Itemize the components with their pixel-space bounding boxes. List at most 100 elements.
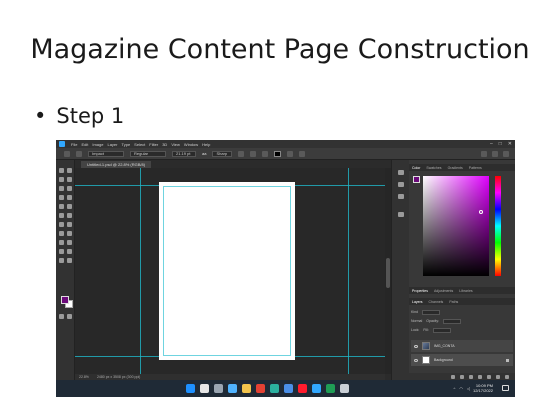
layer-mask-icon[interactable] [469, 374, 473, 379]
guide-vertical-right[interactable] [348, 168, 349, 374]
menu-type[interactable]: Type [122, 142, 131, 147]
layer-kind-select[interactable] [422, 309, 441, 315]
hand-tool-icon[interactable] [67, 249, 72, 254]
widgets-icon[interactable] [228, 384, 237, 393]
maximize-icon[interactable]: □ [499, 141, 502, 147]
font-size-select[interactable]: 21.19 pt [172, 150, 196, 157]
clone-stamp-tool-icon[interactable] [67, 204, 72, 209]
frame-tool-icon[interactable] [67, 186, 72, 191]
zoom-level[interactable]: 22.8% [79, 375, 89, 379]
opacity-input[interactable] [443, 318, 462, 324]
notification-icon[interactable] [502, 385, 509, 391]
marquee-tool-icon[interactable] [67, 168, 72, 173]
excel-icon[interactable] [326, 384, 335, 393]
tab-patterns[interactable]: Patterns [469, 166, 482, 170]
eyedropper-tool-icon[interactable] [59, 195, 64, 200]
search-icon[interactable] [481, 150, 487, 157]
guide-vertical-left[interactable] [140, 168, 141, 374]
align-left-icon[interactable] [238, 150, 245, 157]
share-icon[interactable] [503, 150, 509, 157]
adjustment-layer-icon[interactable] [478, 374, 482, 379]
chrome-icon[interactable] [256, 384, 265, 393]
eye-icon[interactable] [414, 344, 418, 348]
color-picker-field[interactable] [423, 176, 489, 276]
character-panel-icon[interactable] [299, 150, 306, 157]
scrollbar-thumb[interactable] [386, 258, 390, 288]
tab-color[interactable]: Color [412, 166, 420, 170]
layer-row[interactable]: IMG_CONTA [411, 340, 513, 352]
tray-overflow-icon[interactable]: ^ [454, 386, 456, 391]
tab-swatches[interactable]: Swatches [426, 166, 441, 170]
opera-icon[interactable] [298, 384, 307, 393]
windows-start-icon[interactable] [186, 384, 195, 393]
group-icon[interactable] [487, 374, 491, 379]
eye-icon[interactable] [414, 358, 418, 362]
link-layers-icon[interactable] [451, 374, 455, 379]
color-picker-handle[interactable] [479, 210, 483, 214]
align-right-icon[interactable] [262, 150, 269, 157]
tab-paths[interactable]: Paths [449, 300, 458, 304]
brush-tool-icon[interactable] [59, 204, 64, 209]
menu-layer[interactable]: Layer [107, 142, 117, 147]
screen-mode-icon[interactable] [67, 314, 72, 319]
tab-adjustments[interactable]: Adjustments [434, 289, 453, 293]
search-icon[interactable] [200, 384, 209, 393]
quick-mask-icon[interactable] [59, 314, 64, 319]
paragraph-panel-icon[interactable] [398, 194, 404, 199]
tab-gradients[interactable]: Gradients [448, 166, 463, 170]
move-tool-icon[interactable] [59, 168, 64, 173]
foreground-color-swatch[interactable] [61, 296, 69, 304]
new-layer-icon[interactable] [496, 374, 500, 379]
tab-channels[interactable]: Channels [429, 300, 444, 304]
healing-tool-icon[interactable] [67, 195, 72, 200]
canvas-area[interactable] [75, 168, 385, 374]
crop-tool-icon[interactable] [59, 186, 64, 191]
gradient-tool-icon[interactable] [59, 222, 64, 227]
photoshop-icon[interactable] [312, 384, 321, 393]
lasso-tool-icon[interactable] [59, 177, 64, 182]
menu-help[interactable]: Help [202, 142, 210, 147]
dodge-tool-icon[interactable] [59, 231, 64, 236]
store-icon[interactable] [284, 384, 293, 393]
color-panel-foreground-swatch[interactable] [413, 176, 420, 183]
pen-tool-icon[interactable] [67, 231, 72, 236]
file-explorer-icon[interactable] [242, 384, 251, 393]
close-icon[interactable]: ✕ [508, 141, 512, 147]
wifi-icon[interactable]: ◠ [459, 386, 463, 391]
brushes-panel-icon[interactable] [398, 212, 404, 217]
text-color-swatch[interactable] [274, 150, 282, 157]
menu-view[interactable]: View [171, 142, 180, 147]
eraser-tool-icon[interactable] [67, 213, 72, 218]
path-selection-tool-icon[interactable] [67, 240, 72, 245]
edge-icon[interactable] [270, 384, 279, 393]
type-tool-icon[interactable] [76, 150, 82, 157]
document-tab[interactable]: Untitled-1.psd @ 22.8% (RGB/8) [81, 161, 152, 168]
tab-properties[interactable]: Properties [412, 289, 428, 293]
volume-icon[interactable]: ◁ [467, 386, 470, 391]
magic-wand-tool-icon[interactable] [67, 177, 72, 182]
align-center-icon[interactable] [250, 150, 257, 157]
app-icon[interactable] [340, 384, 349, 393]
hue-slider[interactable] [495, 176, 501, 276]
layer-style-icon[interactable] [460, 374, 464, 379]
tab-layers[interactable]: Layers [412, 300, 423, 304]
history-panel-icon[interactable] [398, 170, 404, 175]
menu-3d[interactable]: 3D [162, 142, 167, 147]
font-family-select[interactable]: Impact [88, 150, 124, 157]
blend-mode-select[interactable]: Normal [411, 319, 422, 323]
history-brush-tool-icon[interactable] [59, 213, 64, 218]
home-icon[interactable] [64, 150, 70, 157]
antialias-select[interactable]: Sharp [212, 150, 233, 157]
layer-row[interactable]: Background [411, 354, 513, 366]
fill-input[interactable] [432, 327, 451, 333]
blur-tool-icon[interactable] [67, 222, 72, 227]
zoom-tool-icon[interactable] [59, 258, 64, 263]
menu-file[interactable]: File [71, 142, 77, 147]
workspace-icon[interactable] [492, 150, 498, 157]
character-panel-icon[interactable] [398, 182, 404, 187]
menu-window[interactable]: Window [184, 142, 198, 147]
clock[interactable]: 10:09 PM 12/17/2022 [473, 383, 493, 393]
type-tool-icon[interactable] [59, 240, 64, 245]
warp-text-icon[interactable] [287, 150, 294, 157]
minimize-icon[interactable]: – [490, 141, 493, 147]
